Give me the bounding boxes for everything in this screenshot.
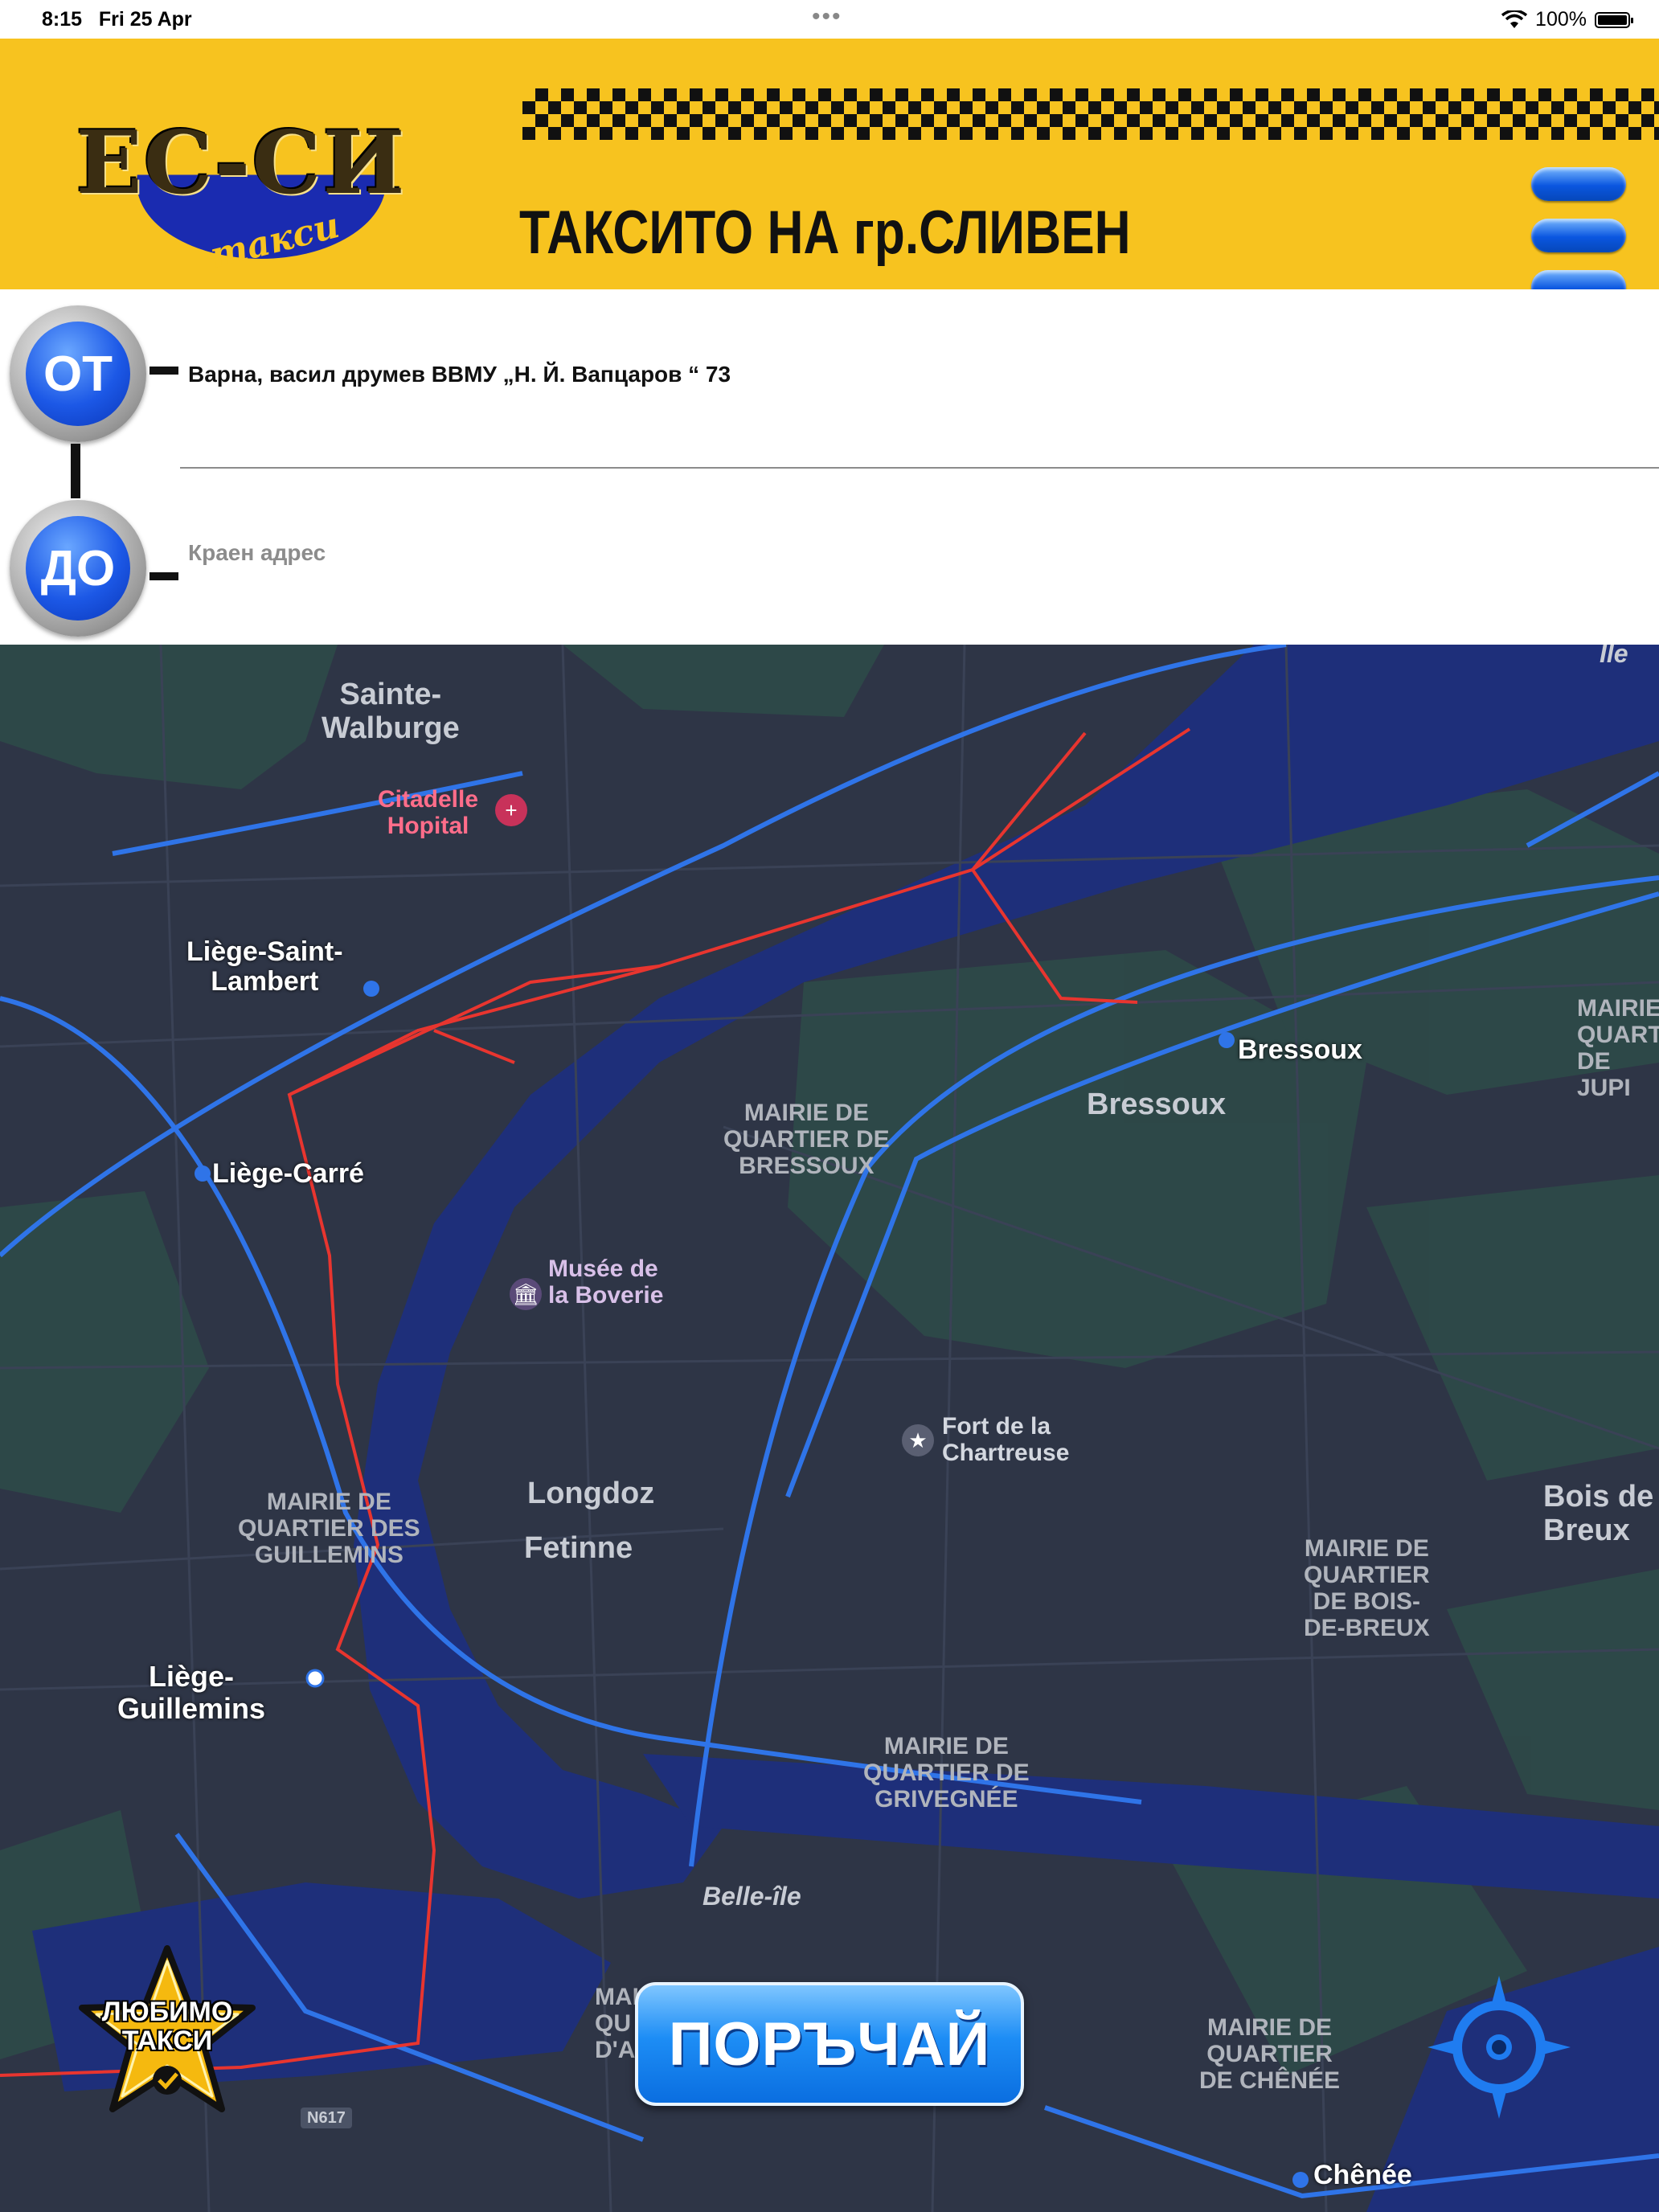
from-address-field[interactable]: Варна, васил друмев ВВМУ „Н. Й. Вапцаров… [188,362,731,387]
map-label-liege-carre: Liège-Carré [212,1158,364,1189]
map-label-mairie-jupille: MAIRIE QUART DE JUPI [1577,995,1659,1101]
to-badge: ДО [10,500,146,637]
crosshair-locate-icon[interactable] [1426,1974,1572,2120]
route-connector [71,444,80,498]
map-label-bressoux-area: Bressoux [1087,1088,1227,1121]
map-label-ile: Île [1600,645,1628,668]
map-label-liege-guillemins: Liège- Guillemins [117,1660,266,1725]
battery-icon [1595,11,1633,28]
multitasking-dots[interactable]: ••• [812,3,842,31]
order-button[interactable]: ПОРЪЧАЙ [635,1982,1024,2106]
map-label-mairie-angleur: MAI QU D'A [595,1984,639,2063]
map-label-mairie-bois-de-breux: MAIRIE DE QUARTIER DE BOIS- DE-BREUX [1304,1535,1430,1641]
map-label-fetinne: Fetinne [524,1531,633,1565]
map-label-mairie-grivegnee: MAIRIE DE QUARTIER DE GRIVEGNÉE [863,1733,1030,1813]
map-label-chenee: Chênée [1313,2160,1412,2190]
logo-text: ЕС-СИ [76,113,407,214]
map-label-mairie-bressoux: MAIRIE DE QUARTIER DE BRESSOUX [723,1100,890,1179]
logo: ЕС-СИ такси [48,74,434,276]
status-time-date: 8:15 Fri 25 Apr [42,8,192,31]
map-label-sainte-walburge: Sainte- Walburge [322,678,460,745]
status-bar: 8:15 Fri 25 Apr ••• 100% [0,0,1659,39]
favorite-taxi-label: ЛЮБИМО ТАКСИ [101,1997,233,2056]
app-header: ЕС-СИ такси ТАКСИТО НА гр.СЛИВЕН [0,39,1659,304]
map-label-mairie-guillemins: MAIRIE DE QUARTIER DES GUILLEMINS [238,1489,420,1568]
map-label-citadelle-hospital: Citadelle Hopital [378,786,479,839]
map-label-longdoz: Longdoz [527,1477,655,1510]
map-label-fort-chartreuse: Fort de la Chartreuse [942,1413,1070,1466]
route-panel: ОТ ДО Варна, васил друмев ВВМУ „Н. Й. Ва… [0,289,1659,645]
map-label-belle-ile: Belle-île [703,1882,801,1911]
map-label-mairie-chenee: MAIRIE DE QUARTIER DE CHÊNÉE [1199,2014,1341,2094]
header-tagline: ТАКСИТО НА гр.СЛИВЕН [519,199,1131,267]
address-divider [180,467,1659,469]
map-label-liege-saint-lambert: Liège-Saint- Lambert [186,936,343,997]
from-tick [150,367,178,375]
hamburger-menu-icon[interactable] [1531,167,1626,305]
battery-percent: 100% [1535,8,1587,31]
wifi-icon [1501,10,1528,28]
checkered-stripe [522,88,1659,140]
map-label-bressoux-station: Bressoux [1238,1034,1362,1065]
hospital-icon: + [495,794,527,826]
favorite-taxi-button[interactable]: ЛЮБИМО ТАКСИ [72,1944,262,2130]
landmark-star-icon: ★ [902,1424,934,1456]
to-badge-label: ДО [26,516,130,621]
map-label-bois-de-breux: Bois de Breux [1543,1480,1654,1547]
status-right: 100% [1501,8,1633,31]
to-tick [150,572,178,580]
road-shield-n617: N617 [301,2108,352,2128]
map-label-musee-boverie: Musée de la Boverie [548,1256,664,1309]
museum-icon: 🏛 [510,1278,542,1310]
from-badge: ОТ [10,305,146,442]
to-address-field[interactable]: Краен адрес [188,540,326,566]
from-badge-label: ОТ [26,322,130,426]
